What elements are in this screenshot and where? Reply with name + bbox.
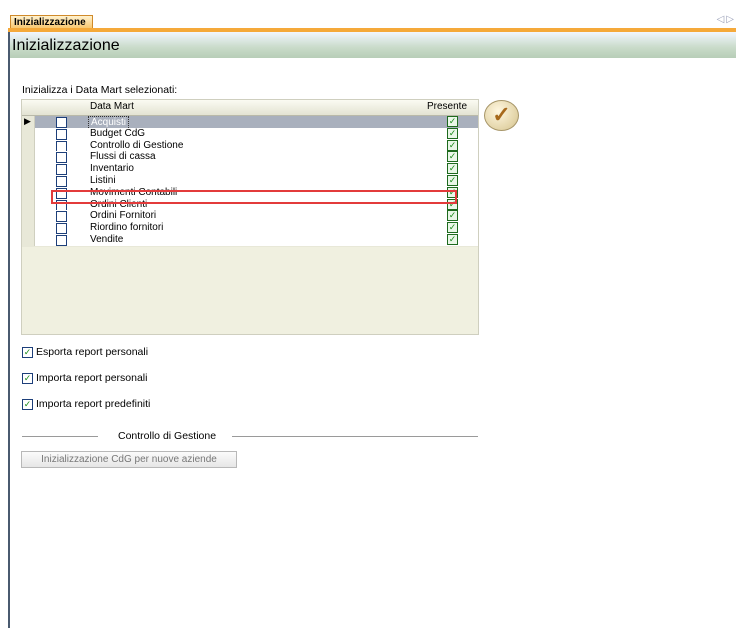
- datamart-grid[interactable]: Data Mart Presente ▶ Acquisti ✓ Budget CdG ✓…: [21, 99, 479, 335]
- row-select-checkbox[interactable]: [56, 164, 67, 176]
- confirm-button[interactable]: ✓: [484, 100, 519, 131]
- tab-scroll-arrows[interactable]: ◁▷: [717, 14, 736, 25]
- column-header-presente[interactable]: Presente: [427, 101, 467, 112]
- tab-bar: Inizializzazione ◁▷: [0, 0, 736, 32]
- row-selector[interactable]: [22, 127, 35, 140]
- presente-checkbox: ✓: [447, 116, 458, 127]
- row-select-checkbox[interactable]: [56, 235, 67, 246]
- presente-checkbox: ✓: [447, 127, 458, 139]
- option-label: Importa report personali: [36, 372, 148, 384]
- datamart-name: Ordini Fornitori: [90, 210, 157, 222]
- option-checkbox[interactable]: ✓: [22, 399, 33, 410]
- inizializzazione-cdg-button[interactable]: Inizializzazione CdG per nuove aziende: [21, 451, 237, 468]
- datamart-name: Flussi di cassa: [90, 151, 156, 163]
- row-select-checkbox[interactable]: [56, 211, 67, 223]
- tab-inizializzazione[interactable]: Inizializzazione: [10, 15, 93, 29]
- datamart-name: Riordino fornitori: [90, 222, 164, 234]
- row-select-checkbox[interactable]: [56, 176, 67, 187]
- row-selector[interactable]: [22, 139, 35, 152]
- datamart-name: Budget CdG: [90, 127, 146, 139]
- page-title: Inizializzazione: [12, 37, 120, 54]
- row-select-checkbox[interactable]: [56, 117, 67, 128]
- left-border: [8, 32, 10, 628]
- datamart-name: Controllo di Gestione: [90, 139, 184, 151]
- row-selector[interactable]: [22, 210, 35, 223]
- presente-checkbox: ✓: [447, 210, 458, 222]
- current-row-indicator-icon: ▶: [24, 116, 31, 126]
- row-selector[interactable]: [22, 222, 35, 235]
- option-label: Esporta report personali: [36, 346, 149, 358]
- row-selector[interactable]: [22, 234, 35, 246]
- row-selector[interactable]: [22, 163, 35, 176]
- datamart-name: Inventario: [90, 163, 134, 175]
- presente-checkbox: ✓: [447, 163, 458, 175]
- presente-checkbox: ✓: [447, 222, 458, 234]
- row-selector[interactable]: [22, 151, 35, 164]
- separator-right: [232, 436, 478, 437]
- highlight-box: [51, 190, 457, 204]
- page-header: Inizializzazione: [10, 32, 736, 58]
- row-select-checkbox[interactable]: [56, 140, 67, 152]
- datamart-name: Vendite: [90, 234, 124, 245]
- row-selector[interactable]: [22, 198, 35, 211]
- grid-header: Data Mart Presente: [22, 100, 478, 116]
- option-checkbox[interactable]: ✓: [22, 373, 33, 384]
- presente-checkbox: ✓: [447, 151, 458, 163]
- row-select-checkbox[interactable]: [56, 128, 67, 140]
- row-select-checkbox[interactable]: [56, 152, 67, 164]
- intro-label: Inizializza i Data Mart selezionati:: [22, 84, 178, 96]
- row-selector[interactable]: ▶: [22, 116, 35, 128]
- option-label: Importa report predefiniti: [36, 398, 151, 410]
- row-selector[interactable]: [22, 186, 35, 199]
- presente-checkbox: ✓: [447, 139, 458, 151]
- table-row[interactable]: Vendite ✓: [22, 234, 478, 247]
- cdg-section-label: Controllo di Gestione: [118, 430, 217, 442]
- column-header-datamart[interactable]: Data Mart: [90, 101, 134, 112]
- row-select-checkbox[interactable]: [56, 223, 67, 235]
- row-selector[interactable]: [22, 175, 35, 187]
- option-checkbox[interactable]: ✓: [22, 347, 33, 358]
- presente-checkbox: ✓: [447, 234, 458, 245]
- separator-left: [22, 436, 98, 437]
- datamart-name: Listini: [90, 175, 116, 186]
- presente-checkbox: ✓: [447, 175, 458, 186]
